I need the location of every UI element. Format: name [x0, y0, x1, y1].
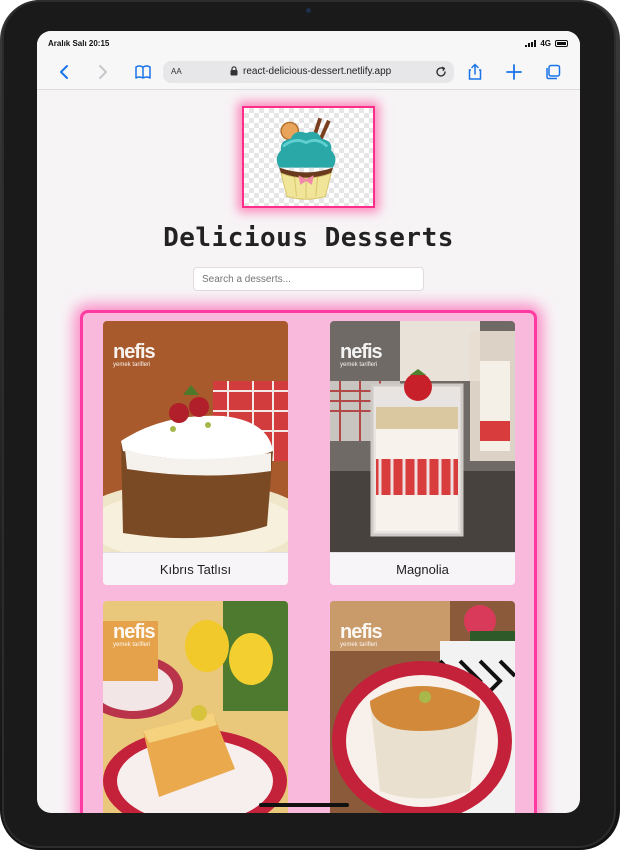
brand-watermark: nefis yemek tarifleri [340, 621, 383, 648]
share-icon[interactable] [466, 63, 484, 81]
signal-icon [525, 40, 537, 47]
dessert-name: Kıbrıs Tatlısı [103, 552, 288, 585]
tabs-overview-icon[interactable] [544, 63, 562, 81]
forward-icon[interactable] [93, 63, 111, 81]
new-tab-icon[interactable] [505, 63, 523, 81]
dessert-photo: nefis yemek tarifleri [103, 321, 288, 552]
page-title: Delicious Desserts [163, 223, 454, 253]
dessert-card[interactable]: nefis yemek tarifleri Magnolia [330, 321, 515, 585]
dessert-name: Magnolia [330, 552, 515, 585]
screen: Aralık Salı 20:15 4G AA react-delicious-… [37, 31, 580, 813]
brand-watermark: nefis yemek tarifleri [340, 341, 383, 368]
battery-icon [555, 40, 568, 47]
status-time: Aralık Salı 20:15 [48, 39, 110, 48]
back-icon[interactable] [56, 63, 74, 81]
network-type: 4G [540, 39, 551, 48]
reader-aa-button[interactable]: AA [171, 67, 182, 76]
dessert-card[interactable]: nefis yemek tarifleri [330, 601, 515, 813]
brand-watermark: nefis yemek tarifleri [113, 621, 156, 648]
cupcake-icon [276, 117, 336, 200]
site-logo [242, 106, 375, 208]
home-indicator[interactable] [259, 803, 349, 807]
lock-icon [230, 66, 238, 76]
reload-icon[interactable] [434, 65, 448, 79]
dessert-photo: nefis yemek tarifleri [103, 601, 288, 813]
brand-watermark: nefis yemek tarifleri [113, 341, 156, 368]
status-indicators: 4G [525, 39, 568, 48]
desserts-grid: nefis yemek tarifleri Kıbrıs Tatlısı nef… [80, 310, 537, 813]
dessert-photo: nefis yemek tarifleri [330, 601, 515, 813]
address-bar[interactable]: AA react-delicious-dessert.netlify.app [163, 61, 454, 83]
browser-toolbar: AA react-delicious-dessert.netlify.app [37, 53, 580, 90]
search-input[interactable] [193, 267, 424, 291]
dessert-card[interactable]: nefis yemek tarifleri [103, 601, 288, 813]
url-text: react-delicious-dessert.netlify.app [243, 66, 392, 77]
dessert-card[interactable]: nefis yemek tarifleri Kıbrıs Tatlısı [103, 321, 288, 585]
front-camera [306, 8, 311, 13]
bookmarks-icon[interactable] [134, 63, 152, 81]
status-bar: Aralık Salı 20:15 4G [37, 31, 580, 53]
dessert-photo: nefis yemek tarifleri [330, 321, 515, 552]
